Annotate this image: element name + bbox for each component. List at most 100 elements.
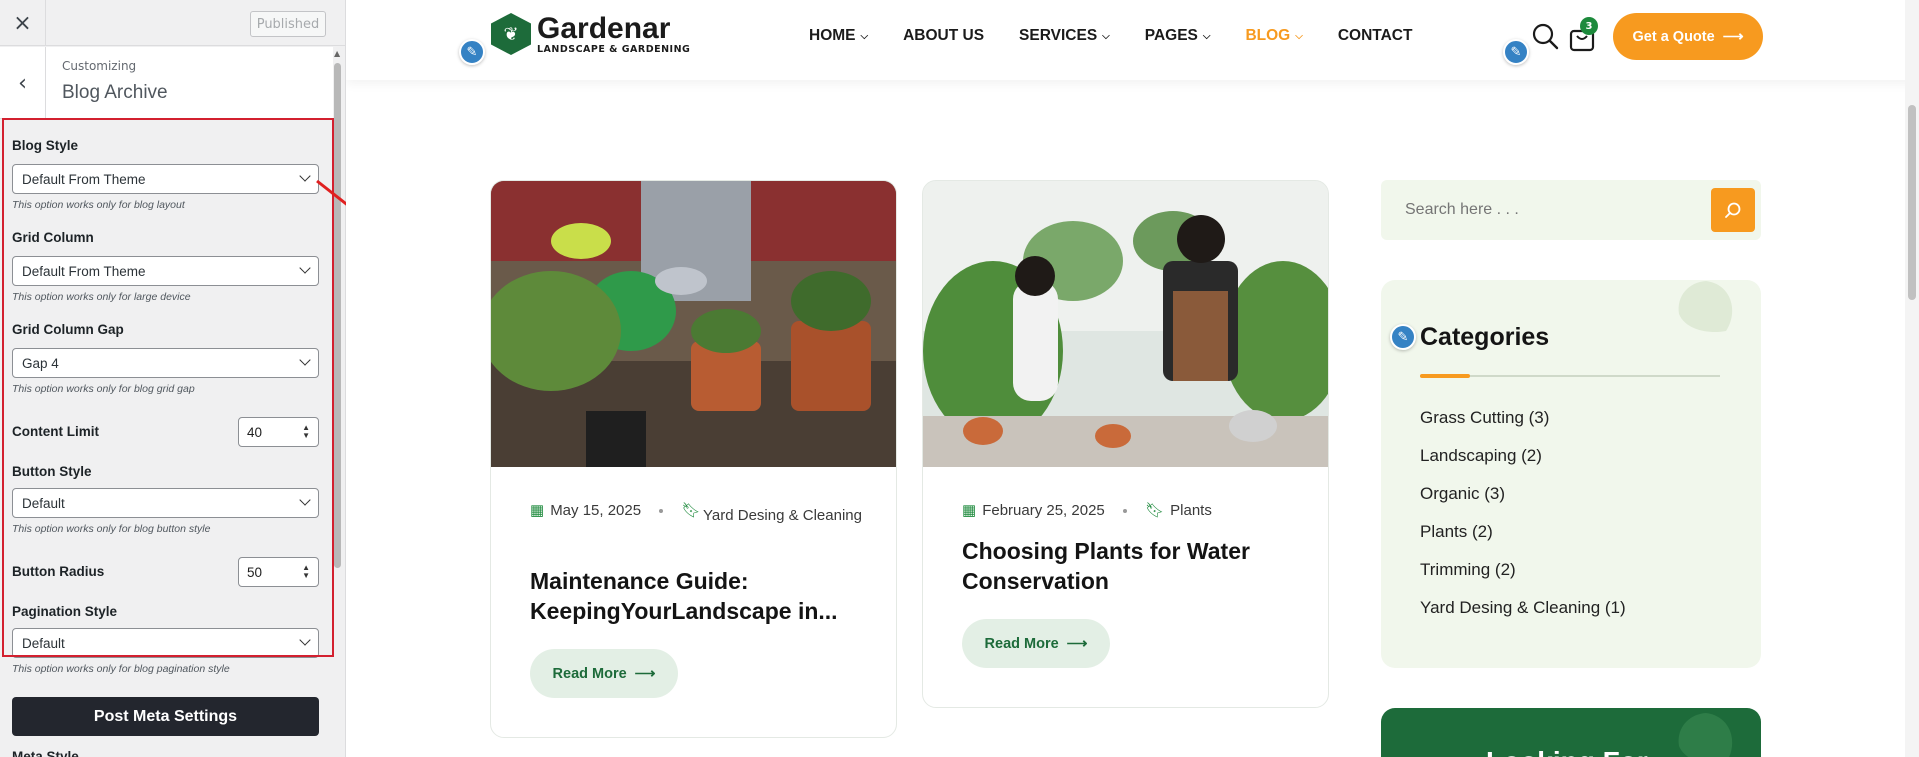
nav-blog[interactable]: BLOG ⌵ [1245, 27, 1302, 45]
pagination-style-select[interactable]: Default [12, 628, 319, 658]
edit-pencil-icon[interactable]: ✎ [1390, 324, 1416, 350]
category-item[interactable]: Yard Desing & Cleaning (1) [1420, 598, 1626, 636]
nav-label: BLOG [1245, 27, 1291, 44]
grid-column-gap-label: Grid Column Gap [12, 322, 124, 337]
blog-style-value: Default From Theme [22, 171, 146, 187]
quote-label: Get a Quote [1632, 28, 1715, 45]
nav-home[interactable]: HOME ⌵ [809, 27, 868, 45]
post-date[interactable]: February 25, 2025 [982, 502, 1105, 519]
category-item[interactable]: Plants (2) [1420, 522, 1626, 560]
customizer-scrollbar[interactable]: ▲ [333, 49, 342, 749]
chevron-down-icon [299, 262, 311, 274]
post-title[interactable]: Choosing Plants for Water Conservation [962, 536, 1302, 596]
post-date[interactable]: May 15, 2025 [550, 502, 641, 519]
search-submit-button[interactable] [1711, 188, 1755, 232]
customizing-breadcrumb: Customizing [62, 59, 137, 73]
customizer-controls: ‹ Customizing Blog Archive Blog Style De… [0, 47, 345, 757]
post-meta-settings-button[interactable]: Post Meta Settings [12, 697, 319, 736]
customizer-header: × Published [0, 0, 345, 46]
grid-column-value: Default From Theme [22, 263, 146, 279]
get-a-quote-button[interactable]: Get a Quote ⟶ [1613, 13, 1763, 60]
site-header: ✎ ❦ Gardenar LANDSCAPE & GARDENING HOME ⌵… [346, 0, 1919, 80]
read-more-button[interactable]: Read More ⟶ [530, 649, 678, 698]
pagination-style-value: Default [22, 635, 65, 651]
chevron-down-icon: ⌵ [1202, 30, 1211, 42]
post-card: ▦ February 25, 2025 🔖︎ Plants Choosing Pla… [922, 180, 1329, 708]
post-category[interactable]: Plants [1170, 502, 1212, 519]
category-list: Grass Cutting (3) Landscaping (2) Organi… [1420, 408, 1626, 636]
grid-column-gap-hint: This option works only for blog grid gap [12, 383, 195, 395]
button-radius-input[interactable]: 50 ▲ ▼ [238, 557, 319, 587]
chevron-down-icon [299, 354, 311, 366]
scrollbar-thumb[interactable] [1908, 105, 1916, 300]
grid-column-gap-select[interactable]: Gap 4 [12, 348, 319, 378]
category-item[interactable]: Landscaping (2) [1420, 446, 1626, 484]
logo-name: Gardenar [537, 11, 671, 45]
categories-widget: Categories Grass Cutting (3) Landscaping… [1381, 280, 1761, 668]
chevron-down-icon [299, 170, 311, 182]
chevron-down-icon: ⌵ [1295, 30, 1303, 42]
arrow-right-icon: ⟶ [1722, 28, 1744, 45]
post-image[interactable] [491, 181, 896, 467]
nav-about-us[interactable]: ABOUT US [903, 27, 984, 45]
preview-scrollbar[interactable] [1905, 0, 1919, 757]
arrow-right-icon: ⟶ [634, 665, 656, 682]
content-limit-label: Content Limit [12, 424, 99, 439]
chevron-down-icon: ⌵ [1102, 30, 1110, 42]
close-icon[interactable]: × [0, 0, 46, 46]
post-photo-plants [923, 181, 1328, 467]
edit-pencil-icon[interactable]: ✎ [459, 39, 485, 65]
nav-contact[interactable]: CONTACT [1338, 27, 1413, 45]
monstera-leaf-icon [1678, 713, 1733, 757]
site-logo[interactable]: ❦ Gardenar LANDSCAPE & GARDENING [491, 13, 690, 55]
scrollbar-thumb[interactable] [334, 63, 341, 568]
chevron-down-icon [299, 634, 311, 646]
category-item[interactable]: Grass Cutting (3) [1420, 408, 1626, 446]
promo-text: Looking For [1486, 746, 1648, 757]
blog-style-label: Blog Style [12, 138, 79, 153]
sidebar-search [1381, 180, 1761, 240]
spinner-icon[interactable]: ▲ ▼ [302, 424, 310, 440]
bookmark-icon: 🔖︎ [681, 502, 701, 519]
chevron-down-icon [299, 494, 311, 506]
post-category[interactable]: Yard Desing & Cleaning [703, 501, 883, 531]
content-limit-input[interactable]: 40 ▲ ▼ [238, 417, 319, 447]
button-style-select[interactable]: Default [12, 488, 319, 518]
post-photo-gardening [491, 181, 896, 467]
meta-style-label: Meta Style [12, 749, 79, 757]
scroll-up-icon[interactable]: ▲ [334, 49, 340, 58]
button-style-label: Button Style [12, 464, 92, 479]
category-item[interactable]: Organic (3) [1420, 484, 1626, 522]
post-title[interactable]: Maintenance Guide: KeepingYourLandscape … [530, 566, 870, 626]
spinner-icon[interactable]: ▲ ▼ [302, 564, 310, 580]
nav-label: PAGES [1144, 27, 1198, 44]
blog-style-select[interactable]: Default From Theme [12, 164, 319, 194]
grid-column-label: Grid Column [12, 230, 94, 245]
nav-pages[interactable]: PAGES ⌵ [1145, 27, 1211, 45]
post-image[interactable] [923, 181, 1328, 467]
edit-pencil-icon[interactable]: ✎ [1503, 39, 1529, 65]
blog-style-hint: This option works only for blog layout [12, 199, 185, 211]
search-icon [1725, 202, 1741, 218]
published-button[interactable]: Published [250, 11, 326, 37]
nav-label: CONTACT [1337, 27, 1413, 44]
nav-services[interactable]: SERVICES ⌵ [1019, 27, 1110, 45]
grid-column-gap-value: Gap 4 [22, 355, 59, 371]
logo-tagline: LANDSCAPE & GARDENING [537, 43, 691, 55]
post-card: ▦ May 15, 2025 🔖︎ Yard Desing & Cleaning … [490, 180, 897, 738]
bookmark-icon: 🔖︎ [1145, 502, 1165, 519]
arrow-right-icon: ⟶ [1066, 635, 1088, 652]
promo-widget: Looking For [1381, 708, 1761, 757]
button-radius-value: 50 [247, 564, 263, 580]
read-more-button[interactable]: Read More ⟶ [962, 619, 1110, 668]
grid-column-select[interactable]: Default From Theme [12, 256, 319, 286]
category-item[interactable]: Trimming (2) [1420, 560, 1626, 598]
main-nav: HOME ⌵ ABOUT US SERVICES ⌵ PAGES ⌵ BLOG ⌵ CO… [809, 27, 1447, 45]
pagination-style-hint: This option works only for blog paginati… [12, 663, 230, 675]
customizer-panel: × Published ‹ Customizing Blog Archive B… [0, 0, 346, 757]
calendar-icon: ▦ [962, 502, 977, 519]
title-accent [1420, 374, 1470, 378]
search-input[interactable] [1391, 190, 1701, 230]
back-chevron-icon[interactable]: ‹ [0, 47, 46, 119]
search-icon[interactable] [1531, 22, 1559, 50]
